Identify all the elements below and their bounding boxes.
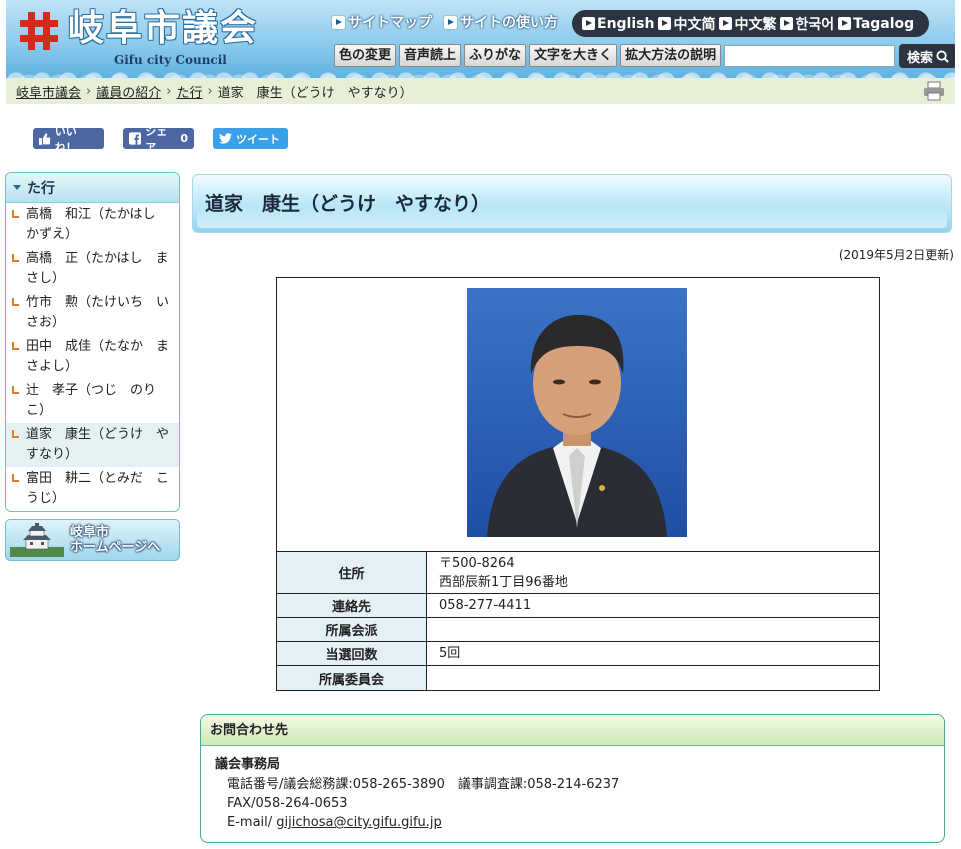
breadcrumb-separator-icon: ›: [207, 83, 213, 99]
thumbs-up-icon: [39, 132, 51, 145]
sidebar-menu: た行 高橋 和江（たかはし かずえ） 高橋 正（たかはし まさし） 竹市 勲（た…: [5, 172, 180, 512]
accessibility-toolbar: 色の変更 音声読上 ふりがな 文字を大きく 拡大方法の説明: [334, 44, 722, 67]
elected-row: 当選回数 5回: [277, 642, 879, 666]
language-korean[interactable]: 한국어: [780, 14, 834, 34]
member-portrait-photo: [467, 288, 687, 537]
breadcrumb-members[interactable]: 議員の紹介: [96, 82, 161, 101]
inquiry-phone: 電話番号/議会総務課:058-265-3890 議事調査課:058-214-62…: [227, 777, 620, 792]
breadcrumb-council-home[interactable]: 岐阜市議会: [16, 82, 81, 101]
facebook-like-button[interactable]: いいね！: [33, 125, 104, 154]
arrow-icon: [582, 17, 595, 30]
facebook-icon: [129, 132, 142, 145]
committee-label: 所属委員会: [277, 666, 427, 690]
sidebar-item-douke-yasunari[interactable]: 道家 康生（どうけ やすなり）: [6, 423, 179, 467]
color-change-button[interactable]: 色の変更: [334, 44, 397, 67]
castle-icon: [10, 523, 64, 557]
text-to-speech-button[interactable]: 音声読上: [399, 44, 462, 67]
inquiry-details: 電話番号/議会総務課:058-265-3890 議事調査課:058-214-62…: [227, 775, 619, 832]
committee-value: [427, 666, 879, 690]
arrow-icon: [780, 17, 794, 30]
inquiry-box: お問合わせ先 議会事務局 電話番号/議会総務課:058-265-3890 議事調…: [200, 714, 945, 843]
address-label: 住所: [277, 552, 427, 593]
caret-down-icon: [13, 185, 21, 190]
bullet-icon: [12, 474, 19, 482]
bullet-icon: [12, 298, 19, 306]
facebook-share-button[interactable]: シェア 0: [123, 125, 194, 154]
language-chinese-simplified[interactable]: 中文简: [658, 14, 715, 34]
twitter-bird-icon: [219, 133, 232, 144]
social-buttons: いいね！ シェア 0 ツイート: [33, 125, 288, 154]
sitemap-link[interactable]: サイトマップ: [332, 12, 432, 32]
sidebar-item-tsuji-noriko[interactable]: 辻 孝子（つじ のりこ）: [6, 379, 179, 423]
elected-label: 当選回数: [277, 642, 427, 665]
furigana-button[interactable]: ふりがな: [464, 44, 527, 67]
contact-value: 058-277-4411: [439, 598, 532, 613]
profile-table: 住所 〒500-8264 西部辰新1丁目96番地 連絡先 058-277-441…: [276, 277, 880, 691]
page-title-bar: 道家 康生（どうけ やすなり）: [192, 174, 952, 233]
address-row: 住所 〒500-8264 西部辰新1丁目96番地: [277, 552, 879, 594]
zoom-help-button[interactable]: 拡大方法の説明: [620, 44, 722, 67]
faction-label: 所属会派: [277, 618, 427, 641]
arrow-icon: [658, 17, 672, 30]
sidebar-item-takahashi-masashi[interactable]: 高橋 正（たかはし まさし）: [6, 247, 179, 291]
share-count: 0: [180, 132, 188, 145]
breadcrumb-ta-row[interactable]: た行: [176, 82, 202, 101]
sidebar-item-tanaka-masayoshi[interactable]: 田中 成佳（たなか まさよし）: [6, 335, 179, 379]
contact-label: 連絡先: [277, 594, 427, 617]
inquiry-email-link[interactable]: gijichosa@city.gifu.gifu.jp: [276, 815, 441, 830]
search-icon: [936, 49, 949, 63]
language-bar: English 中文简 中文繁 한국어 Tagalog: [572, 10, 929, 37]
inquiry-email-line: E-mail/ gijichosa@city.gifu.gifu.jp: [227, 815, 442, 830]
bullet-icon: [12, 430, 19, 438]
arrow-icon: [332, 15, 345, 29]
site-usage-link[interactable]: サイトの使い方: [444, 12, 558, 32]
home-banner-label: 岐阜市 ホームページへ: [70, 525, 161, 555]
elected-value: 5回: [439, 646, 461, 661]
arrow-icon: [838, 17, 852, 30]
print-icon[interactable]: [923, 81, 945, 101]
bullet-icon: [12, 254, 19, 262]
breadcrumb-separator-icon: ›: [166, 83, 172, 99]
inquiry-fax: FAX/058-264-0653: [227, 796, 348, 811]
updated-date: (2019年5月2日更新): [838, 248, 954, 262]
enlarge-text-button[interactable]: 文字を大きく: [529, 44, 618, 67]
sidebar-item-takahashi-kazue[interactable]: 高橋 和江（たかはし かずえ）: [6, 203, 179, 247]
site-header: 岐阜市議会 Gifu city Council サイトマップ サイトの使い方 E…: [6, 0, 955, 78]
gifu-city-emblem-icon[interactable]: [18, 10, 60, 52]
faction-value: [427, 618, 879, 641]
photo-cell: [277, 278, 879, 552]
breadcrumb: 岐阜市議会 › 議員の紹介 › た行 › 道家 康生（どうけ やすなり）: [6, 78, 955, 104]
page-title: 道家 康生（どうけ やすなり）: [205, 193, 491, 215]
site-title[interactable]: 岐阜市議会: [68, 6, 258, 50]
sidebar: た行 高橋 和江（たかはし かずえ） 高橋 正（たかはし まさし） 竹市 勲（た…: [5, 172, 180, 561]
language-tagalog[interactable]: Tagalog: [838, 16, 914, 32]
bullet-icon: [12, 210, 19, 218]
sidebar-heading: た行: [6, 173, 179, 203]
address-value: 〒500-8264 西部辰新1丁目96番地: [439, 556, 568, 590]
breadcrumb-current: 道家 康生（どうけ やすなり）: [217, 85, 413, 101]
top-links: サイトマップ サイトの使い方: [332, 12, 558, 32]
tweet-button[interactable]: ツイート: [213, 128, 288, 149]
contact-row: 連絡先 058-277-4411: [277, 594, 879, 618]
arrow-icon: [719, 17, 733, 30]
arrow-icon: [444, 15, 457, 29]
bullet-icon: [12, 342, 19, 350]
site-subtitle: Gifu city Council: [114, 53, 227, 67]
language-english[interactable]: English: [582, 16, 654, 32]
language-chinese-traditional[interactable]: 中文繁: [719, 14, 776, 34]
sidebar-item-tomida-kouji[interactable]: 富田 耕二（とみだ こうじ）: [6, 467, 179, 511]
search-button[interactable]: 検索: [899, 44, 955, 68]
inquiry-heading: お問合わせ先: [201, 715, 944, 746]
bullet-icon: [12, 386, 19, 394]
sidebar-item-takeichi-isao[interactable]: 竹市 勲（たけいち いさお）: [6, 291, 179, 335]
committee-row: 所属委員会: [277, 666, 879, 690]
faction-row: 所属会派: [277, 618, 879, 642]
search-input[interactable]: [724, 45, 895, 67]
inquiry-department: 議会事務局: [215, 757, 281, 772]
breadcrumb-separator-icon: ›: [86, 83, 92, 99]
gifu-city-home-banner[interactable]: 岐阜市 ホームページへ: [5, 519, 180, 561]
